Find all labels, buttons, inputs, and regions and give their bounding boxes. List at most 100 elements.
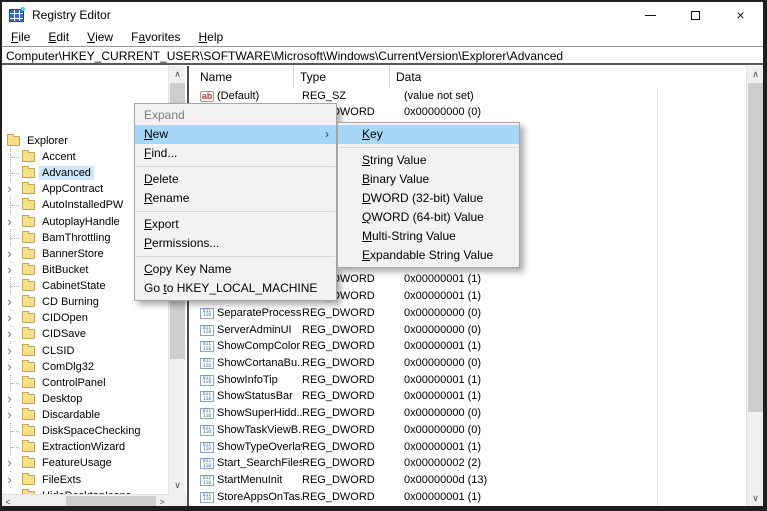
- tree-expand-icon[interactable]: ›: [3, 408, 16, 423]
- context-menu: Expand New › Find... Delete Rename Export Permi…: [134, 103, 337, 301]
- menubar-item-edit[interactable]: Edit: [39, 28, 78, 46]
- minimize-icon: [645, 14, 656, 16]
- folder-icon: [22, 182, 35, 195]
- list-vertical-scrollbar[interactable]: ∧ ∨: [746, 66, 763, 507]
- tree-hscroll-thumb[interactable]: [66, 496, 156, 507]
- menubar-item-help[interactable]: Help: [189, 28, 232, 46]
- registry-value-row[interactable]: 011 110 SeparateProcess REG_DWORD 0x00000000…: [190, 306, 743, 323]
- registry-value-row[interactable]: 011 110 ShowCortanaBu... REG_DWORD 0x0000000…: [190, 356, 743, 373]
- tree-expand-icon[interactable]: ›: [3, 214, 16, 229]
- dword-value-icon: 011 110: [200, 358, 214, 370]
- scroll-down-icon[interactable]: ∨: [747, 490, 764, 507]
- header-separator[interactable]: [293, 66, 294, 88]
- tree-item-clsid[interactable]: › CLSID: [2, 343, 168, 359]
- column-header-name[interactable]: Name: [200, 70, 232, 84]
- scroll-up-icon[interactable]: ∧: [747, 66, 764, 83]
- registry-value-row[interactable]: 011 110 ShowInfoTip REG_DWORD 0x00000001 (1): [190, 373, 743, 390]
- tree-item-label: Advanced: [39, 166, 94, 181]
- tree-expand-icon[interactable]: ›: [3, 311, 16, 326]
- registry-value-row[interactable]: 011 110 ShowSuperHidd... REG_DWORD 0x0000000…: [190, 406, 743, 423]
- value-type: REG_DWORD: [302, 423, 375, 436]
- tree-item-extractionwizard[interactable]: ExtractionWizard: [2, 439, 168, 455]
- tree-item-label: CD Burning: [42, 296, 99, 309]
- registry-value-row[interactable]: 011 110 StartMenuInit REG_DWORD 0x0000000d (…: [190, 473, 743, 490]
- context-menu-item-rename[interactable]: Rename: [135, 189, 336, 208]
- registry-value-row[interactable]: 011 110 Start_SearchFiles REG_DWORD 0x000000…: [190, 456, 743, 473]
- tree-expand-icon[interactable]: ›: [3, 472, 16, 487]
- tree-expand-icon[interactable]: ›: [3, 359, 16, 374]
- tree-expand-icon[interactable]: ›: [3, 327, 16, 342]
- tree-connector-stub: [11, 286, 19, 288]
- submenu-item-dword-32-bit-value[interactable]: DWORD (32-bit) Value: [338, 189, 519, 208]
- tree-item-cidsave[interactable]: › CIDSave: [2, 326, 168, 342]
- submenu-item-expandable-string-value[interactable]: Expandable String Value: [338, 246, 519, 265]
- scroll-down-icon[interactable]: ∨: [169, 477, 186, 494]
- tree-item-label: ExtractionWizard: [42, 441, 126, 454]
- value-type: REG_DWORD: [302, 323, 375, 336]
- tree-item-label: CIDOpen: [42, 312, 88, 325]
- context-menu-item-permissions-[interactable]: Permissions...: [135, 234, 336, 253]
- menubar-item-file[interactable]: File: [2, 28, 39, 46]
- folder-icon: [22, 198, 35, 211]
- column-header-type[interactable]: Type: [300, 70, 326, 84]
- tree-expand-icon[interactable]: ›: [3, 246, 16, 261]
- registry-value-row[interactable]: 011 110 ServerAdminUI REG_DWORD 0x00000000 (…: [190, 323, 743, 340]
- tree-expand-icon[interactable]: ›: [3, 343, 16, 358]
- registry-value-row[interactable]: 011 110 ShowCompColor REG_DWORD 0x00000001 (…: [190, 339, 743, 356]
- tree-item-desktop[interactable]: › Desktop: [2, 391, 168, 407]
- value-type: REG_DWORD: [302, 457, 375, 470]
- tree-item-discardable[interactable]: › Discardable: [2, 407, 168, 423]
- context-menu-item-go-to-hkey-local-machine[interactable]: Go to HKEY_LOCAL_MACHINE: [135, 279, 336, 298]
- context-menu-item-find-[interactable]: Find...: [135, 144, 336, 163]
- submenu-item-qword-64-bit-value[interactable]: QWORD (64-bit) Value: [338, 208, 519, 227]
- context-menu-item-new[interactable]: New ›: [135, 125, 336, 144]
- registry-value-row[interactable]: 011 110 ShowStatusBar REG_DWORD 0x00000001 (…: [190, 389, 743, 406]
- context-menu-item-delete[interactable]: Delete: [135, 170, 336, 189]
- value-data: 0x00000001 (1): [404, 290, 482, 303]
- registry-value-row[interactable]: 011 110 StoreAppsOnTas... REG_DWORD 0x000000…: [190, 490, 743, 507]
- tree-item-label: AutoplayHandle: [42, 215, 120, 228]
- tree-item-featureusage[interactable]: › FeatureUsage: [2, 455, 168, 471]
- context-menu-item-export[interactable]: Export: [135, 215, 336, 234]
- close-button[interactable]: ×: [718, 2, 763, 28]
- folder-icon: [22, 391, 35, 404]
- submenu-item-binary-value[interactable]: Binary Value: [338, 170, 519, 189]
- tree-item-comdlg32[interactable]: › ComDlg32: [2, 359, 168, 375]
- scroll-right-icon[interactable]: >: [156, 495, 168, 508]
- minimize-button[interactable]: [628, 2, 673, 28]
- value-name: ServerAdminUI: [217, 323, 292, 336]
- title-bar[interactable]: Registry Editor ×: [2, 2, 763, 28]
- tree-item-cidopen[interactable]: › CIDOpen: [2, 310, 168, 326]
- tree-item-fileexts[interactable]: › FileExts: [2, 472, 168, 488]
- tree-expand-icon[interactable]: ›: [3, 262, 16, 277]
- tree-item-diskspacechecking[interactable]: DiskSpaceChecking: [2, 423, 168, 439]
- header-separator[interactable]: [389, 66, 390, 88]
- tree-item-label: CabinetState: [42, 280, 106, 293]
- tree-expand-icon[interactable]: ›: [3, 182, 16, 197]
- dword-value-icon: 011 110: [200, 341, 214, 353]
- value-name: SeparateProcess: [217, 306, 302, 319]
- value-type: REG_DWORD: [302, 390, 375, 403]
- tree-horizontal-scrollbar[interactable]: < >: [2, 494, 168, 507]
- maximize-button[interactable]: [673, 2, 718, 28]
- menubar-item-view[interactable]: View: [78, 28, 122, 46]
- scrollbar-corner: [168, 494, 188, 507]
- context-menu-item-copy-key-name[interactable]: Copy Key Name: [135, 260, 336, 279]
- tree-expand-icon[interactable]: ›: [3, 295, 16, 310]
- tree-expand-icon[interactable]: ›: [3, 456, 16, 471]
- submenu-item-key[interactable]: Key: [338, 125, 519, 144]
- list-vscroll-thumb[interactable]: [748, 83, 763, 412]
- tree-expand-icon[interactable]: ›: [3, 391, 16, 406]
- value-type: REG_DWORD: [302, 490, 375, 503]
- column-header-data[interactable]: Data: [396, 70, 421, 84]
- submenu-item-string-value[interactable]: String Value: [338, 151, 519, 170]
- tree-item-controlpanel[interactable]: ControlPanel: [2, 375, 168, 391]
- address-bar[interactable]: Computer\HKEY_CURRENT_USER\SOFTWARE\Micr…: [2, 48, 763, 65]
- registry-value-row[interactable]: 011 110 ShowTypeOverlay REG_DWORD 0x00000001…: [190, 440, 743, 457]
- scroll-left-icon[interactable]: <: [2, 495, 14, 508]
- value-data: 0x00000001 (1): [404, 340, 482, 353]
- registry-value-row[interactable]: 011 110 ShowTaskViewB... REG_DWORD 0x0000000…: [190, 423, 743, 440]
- scroll-up-icon[interactable]: ∧: [169, 66, 186, 83]
- menubar-item-favorites[interactable]: Fa vorites: [122, 28, 189, 46]
- submenu-item-multi-string-value[interactable]: Multi-String Value: [338, 227, 519, 246]
